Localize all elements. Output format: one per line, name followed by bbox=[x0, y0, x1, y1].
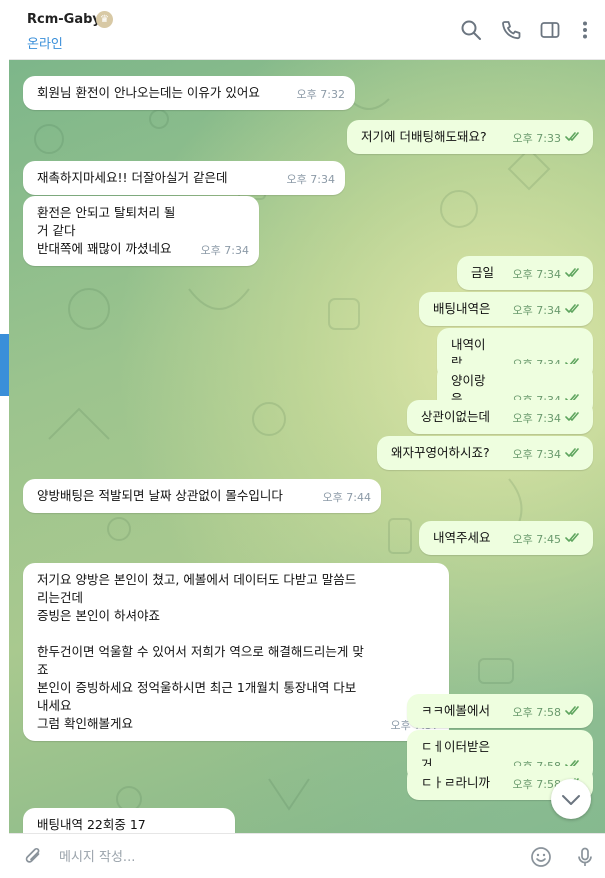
read-receipt-icon bbox=[565, 302, 583, 320]
crown-badge-icon: ♛ bbox=[96, 11, 113, 28]
contact-name[interactable]: Rcm-Gaby bbox=[27, 12, 101, 27]
outgoing-message[interactable]: 금일 오후 7:34 bbox=[457, 256, 593, 290]
incoming-message[interactable]: 회원님 환전이 안나오는데는 이유가 있어요 오후 7:32 bbox=[23, 76, 355, 110]
read-receipt-icon bbox=[565, 130, 583, 148]
message-time: 오후 7:33 bbox=[512, 132, 561, 145]
message-meta: 오후 7:33 bbox=[513, 130, 583, 148]
sidebar-toggle-icon[interactable] bbox=[539, 19, 561, 41]
message-meta: 오후 7:34 bbox=[513, 302, 583, 320]
chat-window: Rcm-Gaby ♛ 온라인 회원님 환전이 안나오는데는 이유가 있어요 오후… bbox=[0, 0, 605, 878]
outgoing-message[interactable]: 왜자꾸영어하시죠? 오후 7:34 bbox=[377, 436, 593, 470]
outgoing-message[interactable]: 상관이없는데 오후 7:34 bbox=[407, 400, 593, 434]
read-receipt-icon bbox=[565, 410, 583, 428]
message-time: 오후 7:34 bbox=[286, 173, 335, 186]
message-input[interactable] bbox=[57, 842, 521, 872]
message-text: ㅋㅋ에볼에서 bbox=[421, 703, 491, 718]
outgoing-message[interactable]: 배팅내역은 오후 7:34 bbox=[419, 292, 593, 326]
message-composer bbox=[9, 833, 605, 878]
outgoing-message[interactable]: 저기에 더배팅해도돼요? 오후 7:33 bbox=[347, 120, 593, 154]
read-receipt-icon bbox=[565, 446, 583, 464]
incoming-message[interactable]: 양방배팅은 적발되면 날짜 상관없이 몰수입니다 오후 7:44 bbox=[23, 479, 381, 513]
paperclip-icon[interactable] bbox=[23, 846, 45, 868]
chevron-down-icon bbox=[562, 795, 580, 805]
contact-status: 온라인 bbox=[27, 37, 63, 52]
message-text: 왜자꾸영어하시죠? bbox=[391, 445, 490, 460]
message-time: 오후 7:45 bbox=[512, 533, 561, 546]
message-time: 오후 7:58 bbox=[512, 706, 561, 719]
message-meta: 오후 7:44 bbox=[323, 489, 371, 507]
incoming-message[interactable]: 배팅내역 22회중 17회오후 7:58 bbox=[23, 808, 235, 833]
message-meta: 오후 7:58 bbox=[513, 704, 583, 722]
message-time: 오후 7:34 bbox=[512, 304, 561, 317]
message-meta: 오후 7:34 bbox=[513, 266, 583, 284]
sidebar-edge-indicator bbox=[0, 334, 9, 396]
read-receipt-icon bbox=[565, 531, 583, 549]
message-meta: 오후 7:45 bbox=[513, 531, 583, 549]
message-text: 재촉하지마세요!! 더잘아실거 같은데 bbox=[37, 170, 228, 185]
message-meta: 오후 7:34 bbox=[201, 242, 249, 260]
message-text: 상관이없는데 bbox=[421, 409, 491, 424]
message-text: 금일 bbox=[471, 265, 495, 280]
chat-header: Rcm-Gaby ♛ 온라인 bbox=[9, 0, 605, 60]
incoming-message[interactable]: 저기요 양방은 본인이 쳤고, 에볼에서 데이터도 다받고 말씀드리는건데 증빙… bbox=[23, 563, 449, 741]
outgoing-message[interactable]: ㅋㅋ에볼에서 오후 7:58 bbox=[407, 694, 593, 728]
message-text: 양방배팅은 적발되면 날짜 상관없이 몰수입니다 bbox=[37, 488, 283, 503]
message-list[interactable]: 회원님 환전이 안나오는데는 이유가 있어요 오후 7:32 저기에 더배팅해도돼요… bbox=[9, 59, 605, 833]
message-time: 오후 7:34 bbox=[512, 268, 561, 281]
incoming-message[interactable]: 재촉하지마세요!! 더잘아실거 같은데 오후 7:34 bbox=[23, 161, 345, 195]
scroll-to-bottom-button[interactable] bbox=[551, 779, 591, 819]
outgoing-message[interactable]: 내역주세요 오후 7:45 bbox=[419, 521, 593, 555]
search-icon[interactable] bbox=[460, 19, 482, 41]
message-meta: 오후 7:34 bbox=[513, 446, 583, 464]
emoji-icon[interactable] bbox=[530, 846, 552, 868]
message-text: ㄷㅏㄹ라니까 bbox=[421, 775, 491, 790]
message-meta: 오후 7:32 bbox=[297, 86, 345, 104]
more-vertical-icon[interactable] bbox=[574, 19, 596, 41]
message-meta: 오후 7:34 bbox=[287, 171, 335, 189]
phone-icon[interactable] bbox=[500, 19, 522, 41]
incoming-message[interactable]: 환전은 안되고 탈퇴처리 될거 같다 반대쪽에 꽤많이 까셨네요오후 7:34 bbox=[23, 196, 259, 266]
read-receipt-icon bbox=[565, 266, 583, 284]
message-meta: 오후 7:34 bbox=[513, 410, 583, 428]
message-text: 회원님 환전이 안나오는데는 이유가 있어요 bbox=[37, 85, 260, 100]
message-text: 배팅내역은 bbox=[433, 301, 491, 316]
message-time: 오후 7:44 bbox=[322, 491, 371, 504]
read-receipt-icon bbox=[565, 704, 583, 722]
microphone-icon[interactable] bbox=[574, 846, 596, 868]
message-time: 오후 7:34 bbox=[512, 448, 561, 461]
message-time: 오후 7:34 bbox=[200, 244, 249, 257]
message-time: 오후 7:32 bbox=[296, 88, 345, 101]
message-text: 저기요 양방은 본인이 쳤고, 에볼에서 데이터도 다받고 말씀드리는건데 증빙… bbox=[37, 572, 364, 731]
message-text: 배팅내역 22회중 17회 bbox=[37, 817, 146, 832]
message-text: 내역주세요 bbox=[433, 530, 491, 545]
message-time: 오후 7:34 bbox=[512, 412, 561, 425]
message-text: 환전은 안되고 탈퇴처리 될거 같다 반대쪽에 꽤많이 까셨네요 bbox=[37, 205, 176, 256]
message-text: 저기에 더배팅해도돼요? bbox=[361, 129, 487, 144]
